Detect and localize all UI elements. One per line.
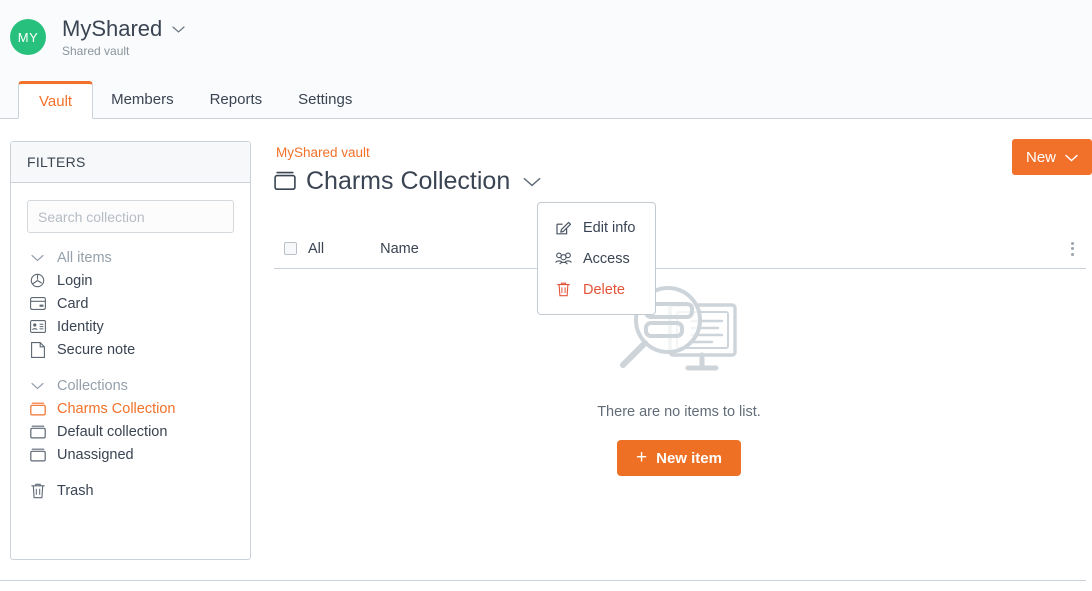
sidebar-item-collections-label: Collections	[57, 377, 128, 394]
menu-item-delete[interactable]: Delete	[538, 274, 655, 305]
globe-icon	[28, 271, 47, 290]
card-icon	[28, 294, 47, 313]
account-info: MyShared Shared vault	[62, 15, 185, 58]
chevron-down-icon	[28, 248, 47, 267]
sidebar-item-unassigned-label: Unassigned	[57, 446, 134, 463]
search-collection-wrap	[11, 183, 250, 233]
collection-icon	[28, 422, 47, 441]
account-name: MyShared	[62, 15, 163, 41]
kebab-dot	[1071, 241, 1074, 245]
page-title: Charms Collection	[306, 167, 511, 195]
sidebar-item-trash-label: Trash	[57, 482, 94, 499]
column-header-name: Name	[380, 240, 419, 257]
collection-icon	[28, 445, 47, 464]
kebab-dot	[1071, 247, 1074, 250]
search-input[interactable]	[27, 200, 234, 233]
list-header-row: All Name	[274, 229, 1086, 269]
sidebar-item-charms-collection[interactable]: Charms Collection	[11, 397, 250, 420]
tab-reports[interactable]: Reports	[192, 81, 281, 118]
sidebar-item-secure-note[interactable]: Secure note	[11, 338, 250, 361]
sidebar-item-trash[interactable]: Trash	[11, 479, 250, 502]
menu-item-delete-label: Delete	[583, 281, 625, 298]
menu-item-edit-info[interactable]: Edit info	[538, 212, 655, 243]
sidebar-item-card-label: Card	[57, 295, 89, 312]
sidebar-item-default-collection[interactable]: Default collection	[11, 420, 250, 443]
sidebar-item-login-label: Login	[57, 272, 93, 289]
chevron-down-icon	[1065, 149, 1078, 166]
tab-bar: Vault Members Reports Settings	[0, 74, 1092, 119]
tab-members-label: Members	[111, 91, 174, 108]
note-icon	[28, 340, 47, 359]
new-button-label: New	[1025, 148, 1056, 166]
tab-members[interactable]: Members	[93, 81, 192, 118]
identity-icon	[28, 317, 47, 336]
filters-header: FILTERS	[11, 142, 250, 183]
collection-icon	[28, 399, 47, 418]
sidebar-item-default-collection-label: Default collection	[57, 423, 168, 440]
page-body: FILTERS All items Login	[0, 119, 1092, 591]
bottom-divider	[0, 580, 1086, 581]
new-item-button-label: New item	[656, 449, 722, 467]
kebab-dot	[1071, 252, 1074, 256]
app-header: MY MyShared Shared vault	[0, 0, 1092, 74]
sidebar-item-identity-label: Identity	[57, 318, 104, 335]
plus-icon: +	[636, 446, 648, 468]
edit-icon	[554, 219, 572, 237]
sidebar-item-unassigned[interactable]: Unassigned	[11, 443, 250, 466]
select-all-label: All	[308, 240, 325, 257]
filters-sidebar: FILTERS All items Login	[10, 141, 251, 560]
trash-icon	[554, 281, 572, 299]
tab-settings-label: Settings	[298, 91, 353, 108]
sidebar-item-collections[interactable]: Collections	[11, 374, 250, 397]
tab-vault-label: Vault	[39, 92, 73, 110]
tab-settings[interactable]: Settings	[280, 81, 370, 118]
sidebar-item-login[interactable]: Login	[11, 269, 250, 292]
more-vertical-icon[interactable]	[1067, 238, 1078, 260]
menu-item-access[interactable]: Access	[538, 243, 655, 274]
menu-item-access-label: Access	[583, 250, 630, 267]
collection-icon	[274, 171, 296, 193]
sidebar-item-card[interactable]: Card	[11, 292, 250, 315]
avatar-initials: MY	[17, 29, 39, 45]
sidebar-item-all-items-label: All items	[57, 249, 112, 266]
empty-state: There are no items to list. + New item	[266, 284, 1092, 476]
main-panel: MyShared vault Charms Collection New All	[266, 119, 1092, 591]
avatar[interactable]: MY	[10, 19, 46, 55]
new-item-button[interactable]: + New item	[617, 440, 741, 476]
page-title-row: Charms Collection	[274, 167, 541, 196]
filters-header-label: FILTERS	[27, 154, 86, 170]
filter-type-list: All items Login Card Identity Secure not…	[11, 233, 250, 502]
empty-state-message: There are no items to list.	[597, 404, 761, 420]
trash-icon	[28, 481, 47, 500]
sidebar-item-all-items[interactable]: All items	[11, 246, 250, 269]
sidebar-item-secure-note-label: Secure note	[57, 341, 136, 358]
tab-vault[interactable]: Vault	[18, 81, 94, 119]
chevron-down-icon[interactable]	[523, 177, 541, 187]
chevron-down-icon[interactable]	[172, 26, 185, 33]
account-subtitle: Shared vault	[62, 43, 130, 58]
account-name-row[interactable]: MyShared	[62, 15, 185, 41]
people-icon	[554, 250, 572, 268]
chevron-down-icon	[28, 376, 47, 395]
select-all-checkbox[interactable]	[284, 242, 297, 255]
new-button[interactable]: New	[1012, 139, 1092, 175]
sidebar-item-identity[interactable]: Identity	[11, 315, 250, 338]
breadcrumb[interactable]: MyShared vault	[276, 145, 370, 160]
menu-item-edit-info-label: Edit info	[583, 219, 636, 236]
collection-context-menu: Edit info Access Delete	[537, 202, 656, 315]
sidebar-divider-space	[11, 361, 250, 374]
sidebar-divider-space-2	[11, 466, 250, 479]
tab-reports-label: Reports	[209, 91, 263, 108]
sidebar-item-charms-collection-label: Charms Collection	[57, 400, 176, 417]
